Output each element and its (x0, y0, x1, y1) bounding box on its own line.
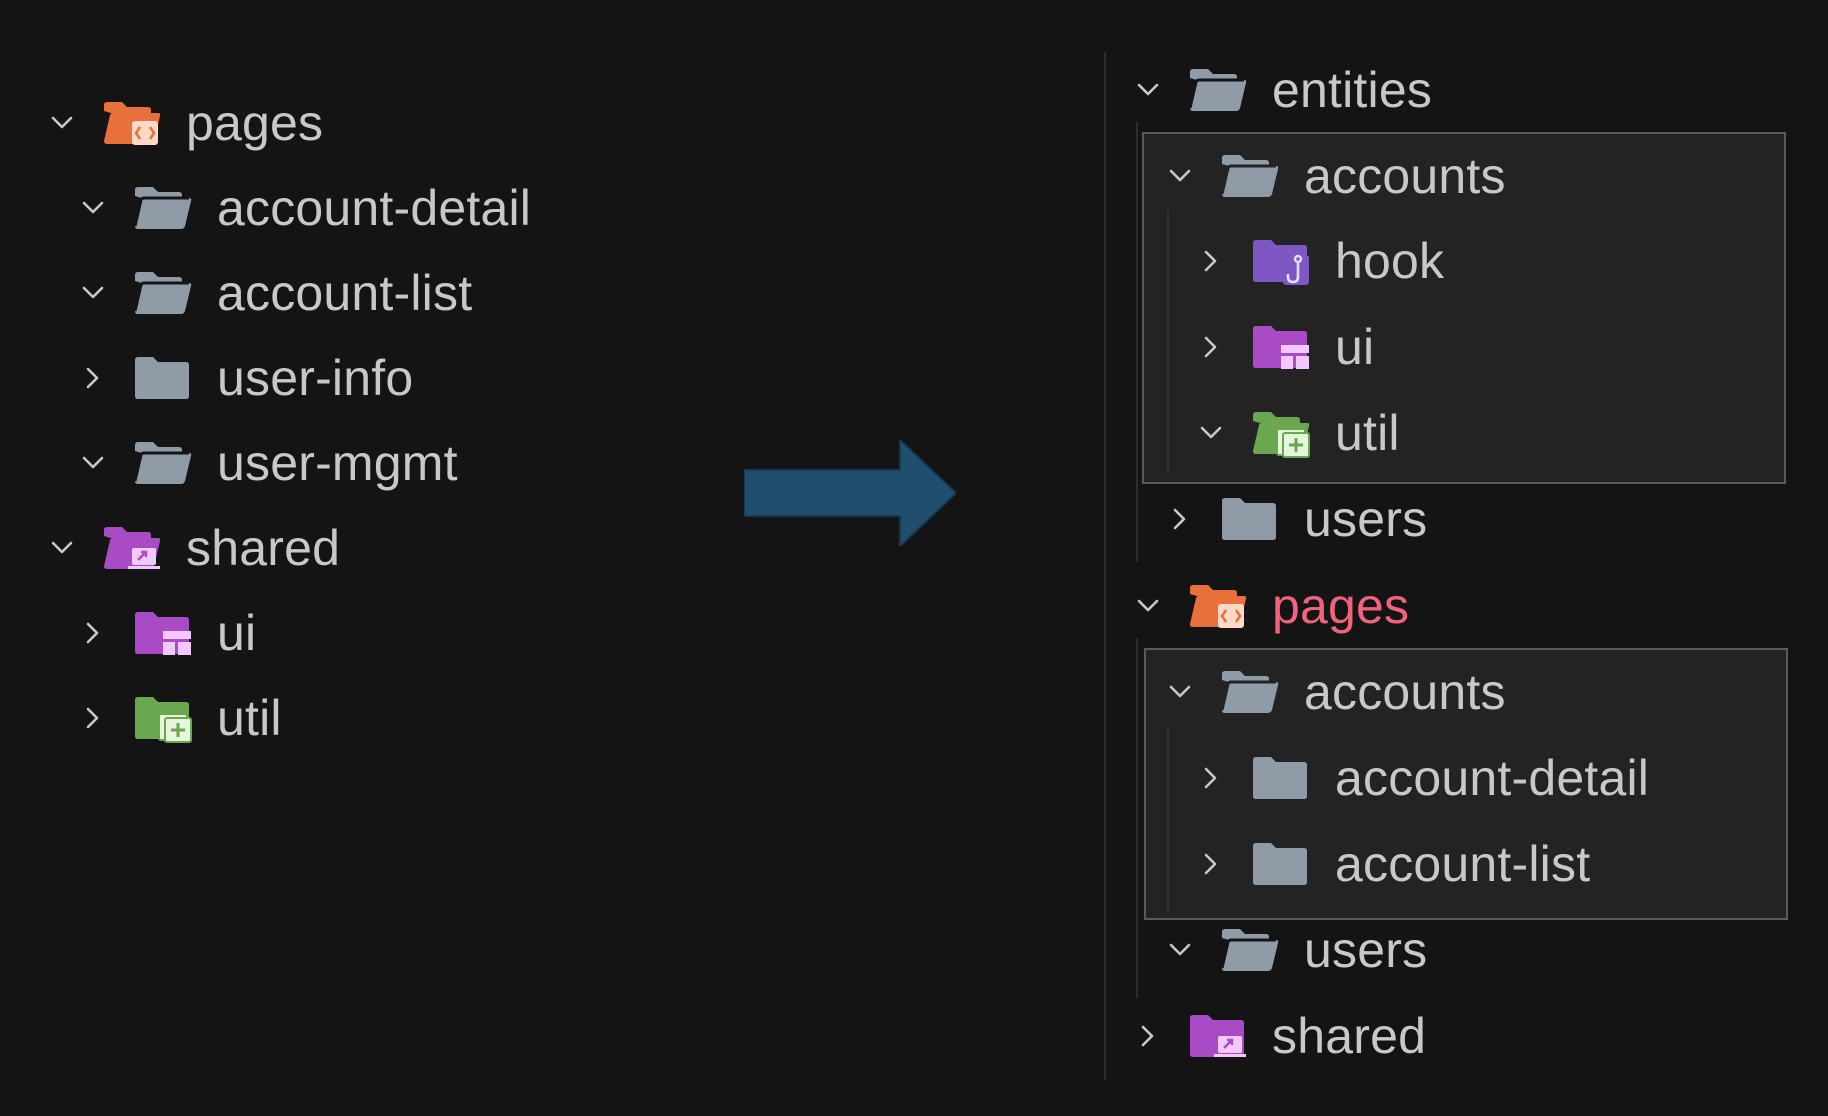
tree-item-label: ui (1335, 319, 1375, 375)
chevron-right-icon[interactable] (1132, 1020, 1164, 1052)
tree-item-label: users (1304, 491, 1428, 547)
tree-item-label: entities (1272, 62, 1433, 118)
chevron-down-icon[interactable] (1132, 590, 1164, 622)
tree-item[interactable]: users (1164, 484, 1427, 554)
chevron-right-icon[interactable] (77, 617, 109, 649)
chevron-down-icon[interactable] (46, 532, 78, 564)
tree-item[interactable]: user-info (77, 343, 413, 413)
tree-item-label: user-mgmt (217, 435, 458, 491)
tree-item-label: account-detail (1335, 750, 1650, 806)
tree-item[interactable]: shared (1132, 1001, 1426, 1071)
tree-item-label: account-list (217, 265, 473, 321)
explorer-comparison: pages account-detail account-list user-i… (0, 0, 1828, 1116)
chevron-down-icon[interactable] (1164, 160, 1196, 192)
folder-open-icon (1220, 924, 1282, 976)
folder-closed-icon (1220, 493, 1282, 545)
tree-item[interactable]: pages (46, 88, 323, 158)
tree-item-label: shared (186, 520, 341, 576)
chevron-right-icon[interactable] (77, 702, 109, 734)
chevron-right-icon[interactable] (1195, 848, 1227, 880)
tree-item-label: pages (186, 95, 324, 151)
folder-util-icon (133, 692, 195, 744)
tree-item[interactable]: accounts (1164, 141, 1506, 211)
folder-util-icon (1251, 407, 1313, 459)
folder-hook-icon (1251, 235, 1313, 287)
indent-guide (1167, 210, 1169, 474)
chevron-right-icon[interactable] (1195, 245, 1227, 277)
folder-shared-icon (1188, 1010, 1250, 1062)
folder-open-icon (133, 437, 195, 489)
arrow-right-icon (744, 440, 956, 546)
folder-closed-icon (1251, 752, 1313, 804)
tree-item[interactable]: pages (1132, 571, 1409, 641)
tree-item[interactable]: entities (1132, 55, 1432, 125)
folder-open-icon (133, 267, 195, 319)
folder-closed-icon (133, 352, 195, 404)
tree-item-label: hook (1335, 233, 1445, 289)
chevron-right-icon[interactable] (1195, 331, 1227, 363)
tree-item[interactable]: account-detail (1195, 743, 1649, 813)
folder-open-icon (1188, 64, 1250, 116)
chevron-down-icon[interactable] (1132, 74, 1164, 106)
folder-closed-icon (1251, 838, 1313, 890)
folder-open-icon (1220, 150, 1282, 202)
folder-ui-icon (133, 607, 195, 659)
tree-item[interactable]: ui (1195, 312, 1374, 382)
chevron-down-icon[interactable] (1164, 934, 1196, 966)
chevron-down-icon[interactable] (77, 277, 109, 309)
folder-ui-icon (1251, 321, 1313, 373)
tree-item-label: account-list (1335, 836, 1591, 892)
tree-item[interactable]: util (1195, 398, 1400, 468)
panel-divider (1104, 52, 1106, 1080)
folder-pages-icon (1188, 580, 1250, 632)
indent-guide (1136, 638, 1138, 998)
tree-item-label: ui (217, 605, 257, 661)
tree-item[interactable]: util (77, 683, 282, 753)
chevron-down-icon[interactable] (46, 107, 78, 139)
tree-item[interactable]: accounts (1164, 657, 1506, 727)
tree-item-label: util (217, 690, 282, 746)
tree-item[interactable]: account-list (77, 258, 472, 328)
tree-item[interactable]: account-list (1195, 829, 1590, 899)
folder-open-icon (133, 182, 195, 234)
chevron-down-icon[interactable] (77, 447, 109, 479)
tree-item-label: util (1335, 405, 1400, 461)
tree-item-label: shared (1272, 1008, 1427, 1064)
tree-item[interactable]: hook (1195, 226, 1444, 296)
tree-item[interactable]: shared (46, 513, 340, 583)
chevron-down-icon[interactable] (1195, 417, 1227, 449)
tree-item-label: account-detail (217, 180, 532, 236)
folder-pages-icon (102, 97, 164, 149)
tree-item[interactable]: user-mgmt (77, 428, 458, 498)
tree-item-label: pages (1272, 578, 1410, 634)
chevron-right-icon[interactable] (77, 362, 109, 394)
indent-guide (1136, 122, 1138, 562)
indent-guide (1167, 728, 1169, 912)
tree-item[interactable]: ui (77, 598, 256, 668)
chevron-down-icon[interactable] (77, 192, 109, 224)
tree-item-label: accounts (1304, 148, 1506, 204)
chevron-right-icon[interactable] (1164, 503, 1196, 535)
tree-item-label: users (1304, 922, 1428, 978)
chevron-right-icon[interactable] (1195, 762, 1227, 794)
tree-item[interactable]: users (1164, 915, 1427, 985)
chevron-down-icon[interactable] (1164, 676, 1196, 708)
tree-item-label: accounts (1304, 664, 1506, 720)
tree-item-label: user-info (217, 350, 414, 406)
folder-open-icon (1220, 666, 1282, 718)
folder-shared-icon (102, 522, 164, 574)
tree-item[interactable]: account-detail (77, 173, 531, 243)
